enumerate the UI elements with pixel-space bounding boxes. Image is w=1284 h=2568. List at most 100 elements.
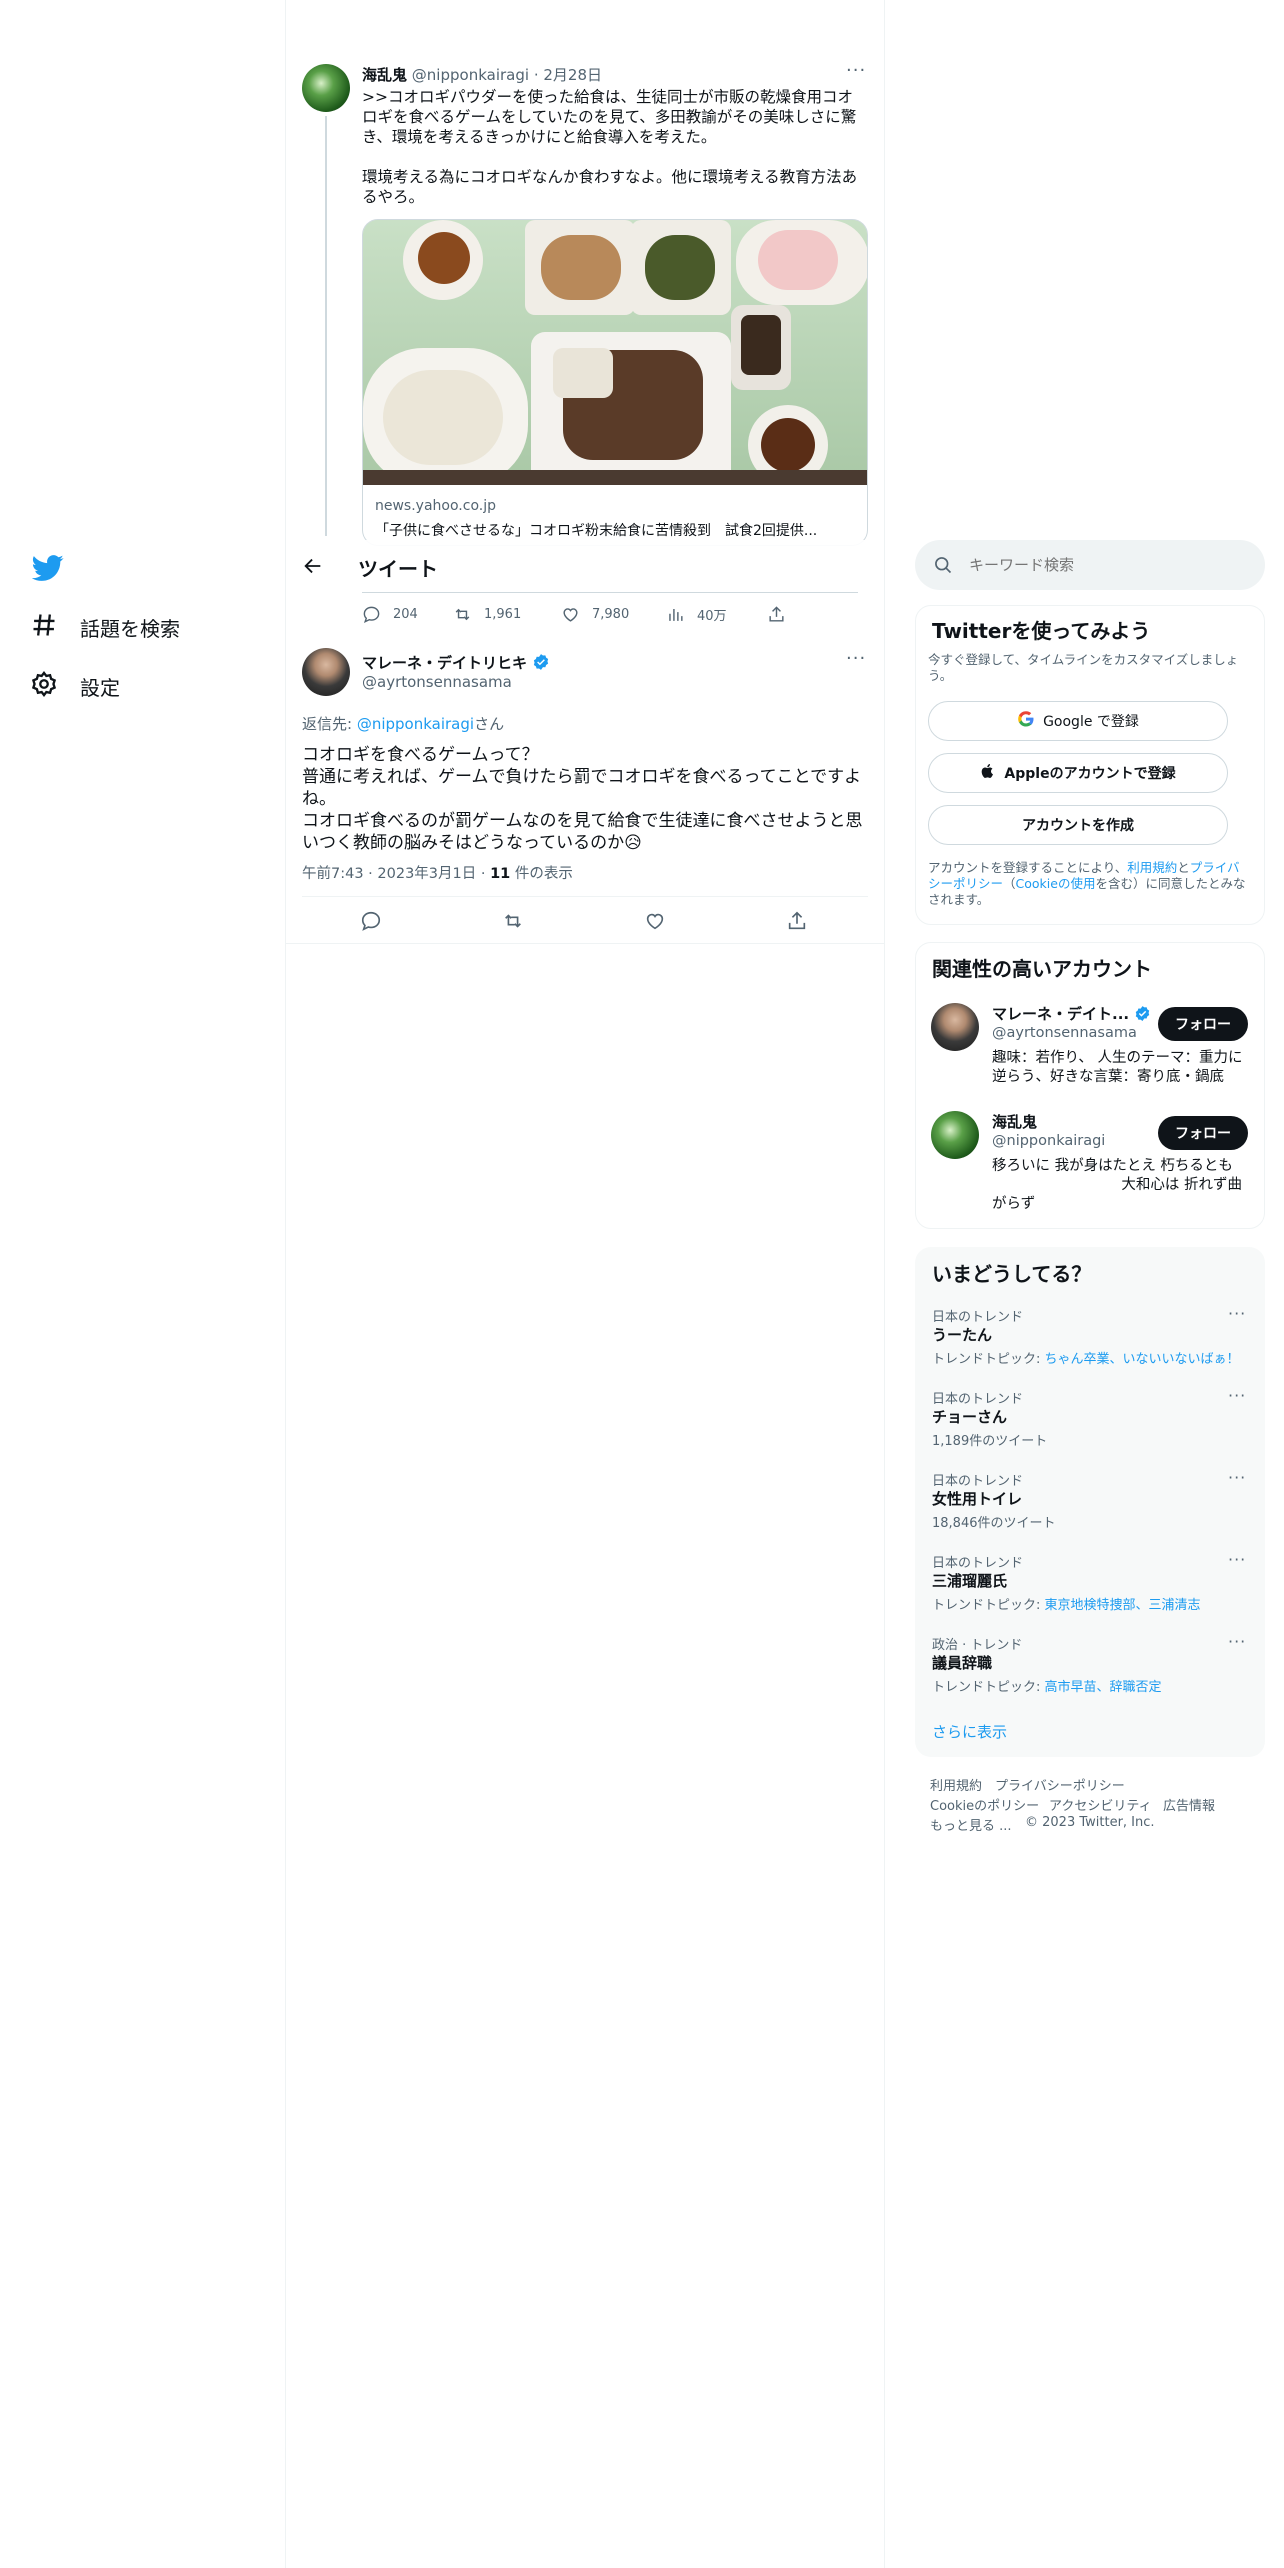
footer-cookie[interactable]: Cookieのポリシー: [930, 1795, 1039, 1814]
main-tweet-text: コオロギを食べるゲームって？ 普通に考えれば、ゲームで負けたら罰でコオロギを食べ…: [302, 745, 863, 853]
main-share-button[interactable]: [786, 910, 808, 932]
main-more-icon[interactable]: ···: [846, 648, 866, 669]
trend-2-name[interactable]: チョーさん: [932, 1406, 1007, 1427]
trends-show-more[interactable]: さらに表示: [932, 1721, 1007, 1742]
trend-1-name[interactable]: うーたん: [932, 1324, 992, 1345]
link-card[interactable]: news.yahoo.co.jp 「子供に食べさせるな」コオロギ粉末給食に苦情殺…: [362, 219, 868, 546]
tweet-header-bar: ツイート: [286, 540, 884, 593]
related-avatar-1[interactable]: [931, 1003, 979, 1051]
parent-tweet-header: 海乱鬼 @nipponkairagi · 2月28日: [362, 66, 603, 84]
parent-more-icon[interactable]: ···: [846, 60, 866, 81]
apple-signup-button[interactable]: Appleのアカウントで登録: [928, 753, 1228, 793]
trend-2-context: 日本のトレンド: [932, 1392, 1024, 1407]
trend-4-name[interactable]: 三浦瑠麗氏: [932, 1570, 1007, 1591]
parent-retweet-count: 1,961: [484, 607, 522, 622]
related-bio-2-line1: 移ろいに 我が身はたとえ 朽ちるとも: [992, 1158, 1233, 1174]
trend-4-sub-prefix: トレンドトピック:: [932, 1598, 1045, 1613]
trend-2-more-icon[interactable]: ···: [1228, 1386, 1246, 1405]
trend-1-more-icon[interactable]: ···: [1228, 1304, 1246, 1323]
related-name-2[interactable]: 海乱鬼: [992, 1111, 1037, 1132]
reply-to-line: 返信先: @nipponkairagiさん: [302, 713, 504, 734]
main-retweet-button[interactable]: [502, 910, 524, 932]
related-account-1[interactable]: マレーネ・デイト...: [992, 1003, 1151, 1026]
reply-icon: [363, 606, 380, 623]
parent-reply-button[interactable]: 204: [362, 605, 418, 624]
parent-like-button[interactable]: 7,980: [561, 605, 629, 624]
parent-reply-count: 204: [393, 607, 418, 622]
trend-1-context: 日本のトレンド: [932, 1310, 1024, 1325]
terms-and: と: [1177, 860, 1190, 875]
trend-1-sub: トレンドトピック: ちゃん卒業、いないいないばぁ！: [932, 1348, 1240, 1367]
main-like-button[interactable]: [644, 910, 666, 932]
trend-3-more-icon[interactable]: ···: [1228, 1468, 1246, 1487]
parent-author-handle[interactable]: @nipponkairagi: [412, 66, 529, 84]
nav-explore-label: 話題を検索: [80, 617, 180, 641]
retweet-icon: [455, 608, 470, 621]
trend-5-sub: トレンドトピック: 高市早苗、辞職否定: [932, 1676, 1162, 1695]
link-card-title: 「子供に食べさせるな」コオロギ粉末給食に苦情殺到 試食2回提供...: [375, 523, 818, 539]
cookie-link[interactable]: Cookieの使用: [1016, 876, 1096, 891]
signup-terms: アカウントを登録することにより、利用規約とプライバシーポリシー（Cookieの使…: [928, 860, 1250, 908]
nav-settings[interactable]: 設定: [30, 670, 120, 703]
related-handle-1: @ayrtonsennasama: [992, 1025, 1137, 1041]
trend-3-context: 日本のトレンド: [932, 1474, 1024, 1489]
footer-accessibility[interactable]: アクセシビリティ: [1049, 1795, 1152, 1814]
trend-5-sub-prefix: トレンドトピック:: [932, 1680, 1045, 1695]
main-tweet-avatar[interactable]: [302, 648, 350, 696]
trend-5-sub-link[interactable]: 高市早苗、辞職否定: [1045, 1680, 1162, 1695]
search-icon: [933, 555, 953, 579]
related-title: 関連性の高いアカウント: [932, 957, 1152, 981]
reply-to-handle[interactable]: @nipponkairagi: [357, 715, 474, 733]
trend-1-sub-link[interactable]: ちゃん卒業、いないいないばぁ！: [1045, 1352, 1240, 1367]
main-author-handle[interactable]: @ayrtonsennasama: [362, 673, 512, 691]
search-bar[interactable]: [915, 540, 1265, 590]
main-author-name[interactable]: マレーネ・デイトリヒキ: [362, 654, 527, 672]
apple-icon: [980, 763, 996, 783]
follow-button-2[interactable]: フォロー: [1158, 1116, 1248, 1150]
footer-ads[interactable]: 広告情報: [1163, 1795, 1215, 1814]
twitter-logo-icon[interactable]: [31, 552, 64, 584]
analytics-icon: [669, 608, 683, 621]
share-icon: [769, 606, 784, 622]
trend-4-context: 日本のトレンド: [932, 1556, 1024, 1571]
share-icon: [788, 911, 806, 930]
trend-4-sub-link[interactable]: 東京地検特捜部、三浦清志: [1045, 1598, 1201, 1613]
tweet-timestamp[interactable]: 午前7:43 · 2023年3月1日 ·: [302, 866, 490, 882]
main-reply-button[interactable]: [360, 910, 382, 932]
reply-to-suffix: さん: [474, 715, 505, 733]
create-account-button[interactable]: アカウントを作成: [928, 805, 1228, 845]
trend-3-name[interactable]: 女性用トイレ: [932, 1488, 1022, 1509]
page-title: ツイート: [358, 557, 438, 581]
heart-icon: [646, 913, 664, 930]
google-signup-label: Google で登録: [1043, 714, 1139, 730]
parent-share-button[interactable]: [767, 605, 786, 624]
footer-privacy[interactable]: プライバシーポリシー: [995, 1775, 1125, 1794]
nav-settings-label: 設定: [80, 676, 120, 700]
parent-views-button[interactable]: 40万: [666, 605, 727, 624]
terms-prefix: アカウントを登録することにより、: [928, 860, 1128, 875]
related-bio-2: 移ろいに 我が身はたとえ 朽ちるとも 大和心は 折れず曲 がらず: [992, 1157, 1250, 1214]
back-arrow-icon[interactable]: [302, 555, 326, 579]
create-account-label: アカウントを作成: [1022, 818, 1134, 834]
parent-tweet-avatar[interactable]: [302, 64, 350, 112]
center-column-border: [884, 0, 885, 2568]
trend-5-more-icon[interactable]: ···: [1228, 1632, 1246, 1651]
terms-link[interactable]: 利用規約: [1127, 860, 1177, 875]
follow-button-1[interactable]: フォロー: [1158, 1007, 1248, 1041]
parent-tweet-date[interactable]: 2月28日: [543, 66, 602, 84]
nav-explore[interactable]: 話題を検索: [30, 611, 180, 644]
footer-terms[interactable]: 利用規約: [930, 1775, 982, 1794]
trend-5-name[interactable]: 議員辞職: [932, 1652, 992, 1673]
related-avatar-2[interactable]: [931, 1111, 979, 1159]
thread-connector-line: [325, 116, 327, 536]
parent-author-name[interactable]: 海乱鬼: [362, 66, 407, 84]
trend-4-more-icon[interactable]: ···: [1228, 1550, 1246, 1569]
parent-retweet-button[interactable]: 1,961: [453, 605, 521, 624]
footer-more[interactable]: もっと見る ...: [930, 1815, 1012, 1834]
trend-4-sub: トレンドトピック: 東京地検特捜部、三浦清志: [932, 1594, 1201, 1613]
cookie-open: （: [1003, 876, 1016, 891]
hashtag-icon: [30, 611, 58, 644]
google-signup-button[interactable]: Google で登録: [928, 701, 1228, 741]
related-name-1: マレーネ・デイト...: [992, 1005, 1130, 1023]
search-input[interactable]: [969, 552, 1249, 578]
